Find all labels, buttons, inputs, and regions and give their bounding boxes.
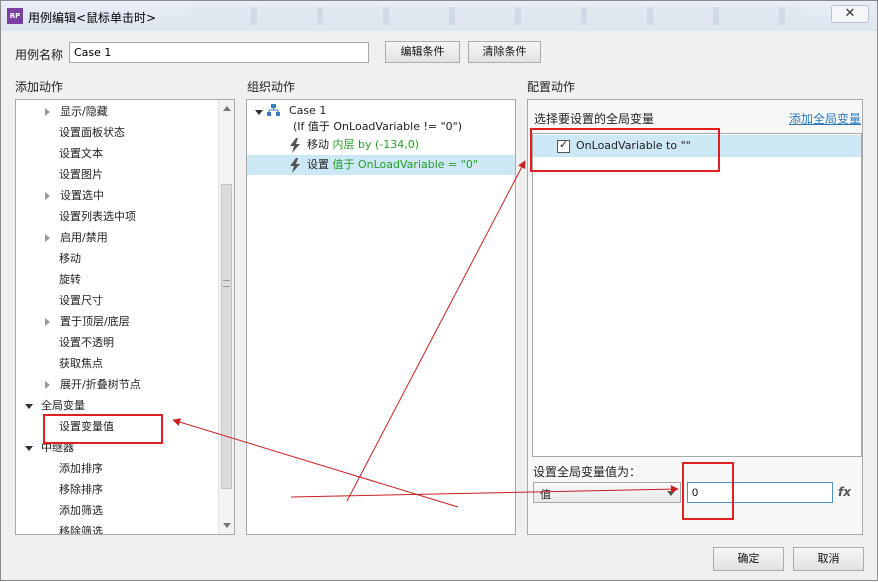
value-type-select[interactable]: 值 [533,482,681,503]
action-item[interactable]: 设置列表选中项 [59,206,136,227]
repeater-action-item[interactable]: 添加筛选 [59,500,103,521]
expand-triangle-icon [45,381,50,389]
action-detail: 内层 by (-134,0) [332,138,420,151]
expand-triangle-icon [45,192,50,200]
repeater-action-item[interactable]: 移除筛选 [59,521,103,534]
action-label: 显示/隐藏 [60,105,108,118]
action-label: 设置面板状态 [59,126,125,139]
action-item[interactable]: 置于顶层/底层 [45,311,130,332]
group-label: 全局变量 [41,399,85,412]
blurred-background-toolbar [191,7,801,25]
action-verb: 移动 [307,138,329,151]
action-label: 设置不透明 [59,336,114,349]
add-actions-panel: 显示/隐藏设置面板状态 设置文本设置图片设置选中设置列表选中项 启用/禁用移动旋转设… [15,99,235,535]
action-label: 获取焦点 [59,357,103,370]
action-item[interactable]: 显示/隐藏 [45,101,108,122]
action-item[interactable]: 启用/禁用 [45,227,108,248]
expand-triangle-icon [45,234,50,242]
action-item[interactable]: 移动 [59,248,81,269]
action-item[interactable]: 设置面板状态 [59,122,125,143]
action-label: 启用/禁用 [60,231,108,244]
repeater-action-item[interactable]: 移除排序 [59,479,103,500]
action-label: 移动 [59,252,81,265]
action-item[interactable]: 设置不透明 [59,332,114,353]
scroll-thumb[interactable] [221,184,232,489]
edit-condition-button[interactable]: 编辑条件 [385,41,460,63]
window-title: 用例编辑<鼠标单击时> [28,11,157,25]
expand-triangle-icon [45,318,50,326]
repeater-action-item[interactable]: 添加排序 [59,458,103,479]
add-actions-scrollbar[interactable] [218,100,234,534]
action-item[interactable]: 旋转 [59,269,81,290]
action-item[interactable]: 设置文本 [59,143,103,164]
lightning-icon [290,157,300,173]
organize-actions-panel: Case 1 (If 值于 OnLoadVariable != "0") 移动 … [246,99,516,535]
set-value-label: 设置全局变量值为： [533,465,642,479]
action-label: 置于顶层/底层 [60,315,130,328]
action-item[interactable]: 设置图片 [59,164,103,185]
action-item[interactable]: 设置选中 [45,185,104,206]
case-icon [267,104,280,116]
select-value: 值 [540,488,551,501]
annotation-box-value [682,462,734,520]
case-label[interactable]: Case 1 [289,104,326,117]
scroll-grip-icon [223,280,230,287]
action-detail: 值于 OnLoadVariable = "0" [332,158,478,171]
expand-triangle-icon [45,108,50,116]
select-variable-label: 选择要设置的全局变量 [534,112,655,126]
collapse-triangle-icon [255,109,263,115]
tree-group-global-variables[interactable]: 全局变量 [25,395,85,416]
scroll-up-arrow-icon[interactable] [223,106,231,111]
cancel-button[interactable]: 取消 [793,547,864,571]
action-item[interactable]: 设置尺寸 [59,290,103,311]
action-item[interactable]: 获取焦点 [59,353,103,374]
chevron-down-icon [667,491,675,496]
add-actions-header: 添加动作 [15,80,64,94]
action-move-row[interactable]: 移动 内层 by (-134,0) [289,136,419,156]
action-label: 展开/折叠树节点 [60,378,141,391]
collapse-triangle-icon [25,445,33,451]
action-label: 设置图片 [59,168,103,181]
action-label: 设置文本 [59,147,103,160]
ok-button[interactable]: 确定 [713,547,784,571]
action-label: 设置列表选中项 [59,210,136,223]
close-button[interactable]: ✕ [831,5,869,23]
add-global-variable-link[interactable]: 添加全局变量 [789,110,861,127]
case-condition: (If 值于 OnLoadVariable != "0") [293,120,462,133]
case-editor-dialog: RP 用例编辑<鼠标单击时> ✕ 用例名称 编辑条件 清除条件 添加动作 组织动… [0,0,878,581]
case-name-label: 用例名称 [15,48,64,62]
fx-button[interactable]: fx [838,485,851,499]
action-verb: 设置 [307,158,329,171]
action-label: 设置尺寸 [59,294,103,307]
action-set-variable-row[interactable]: 设置 值于 OnLoadVariable = "0" [289,156,478,176]
action-label: 旋转 [59,273,81,286]
action-item[interactable]: 展开/折叠树节点 [45,374,141,395]
collapse-triangle-icon [25,403,33,409]
title-bar: RP 用例编辑<鼠标单击时> ✕ [1,1,877,31]
annotation-box-set-variable [43,414,163,444]
case-name-input[interactable] [69,42,369,63]
configure-actions-header: 配置动作 [527,80,576,94]
action-label: 设置选中 [60,189,104,202]
organize-actions-header: 组织动作 [247,80,296,94]
clear-condition-button[interactable]: 清除条件 [468,41,541,63]
axure-app-icon: RP [7,8,23,24]
scroll-down-arrow-icon[interactable] [223,523,231,528]
global-variable-list: OnLoadVariable to "" [532,133,862,457]
annotation-box-variable-item [530,128,720,172]
lightning-icon [290,137,300,153]
